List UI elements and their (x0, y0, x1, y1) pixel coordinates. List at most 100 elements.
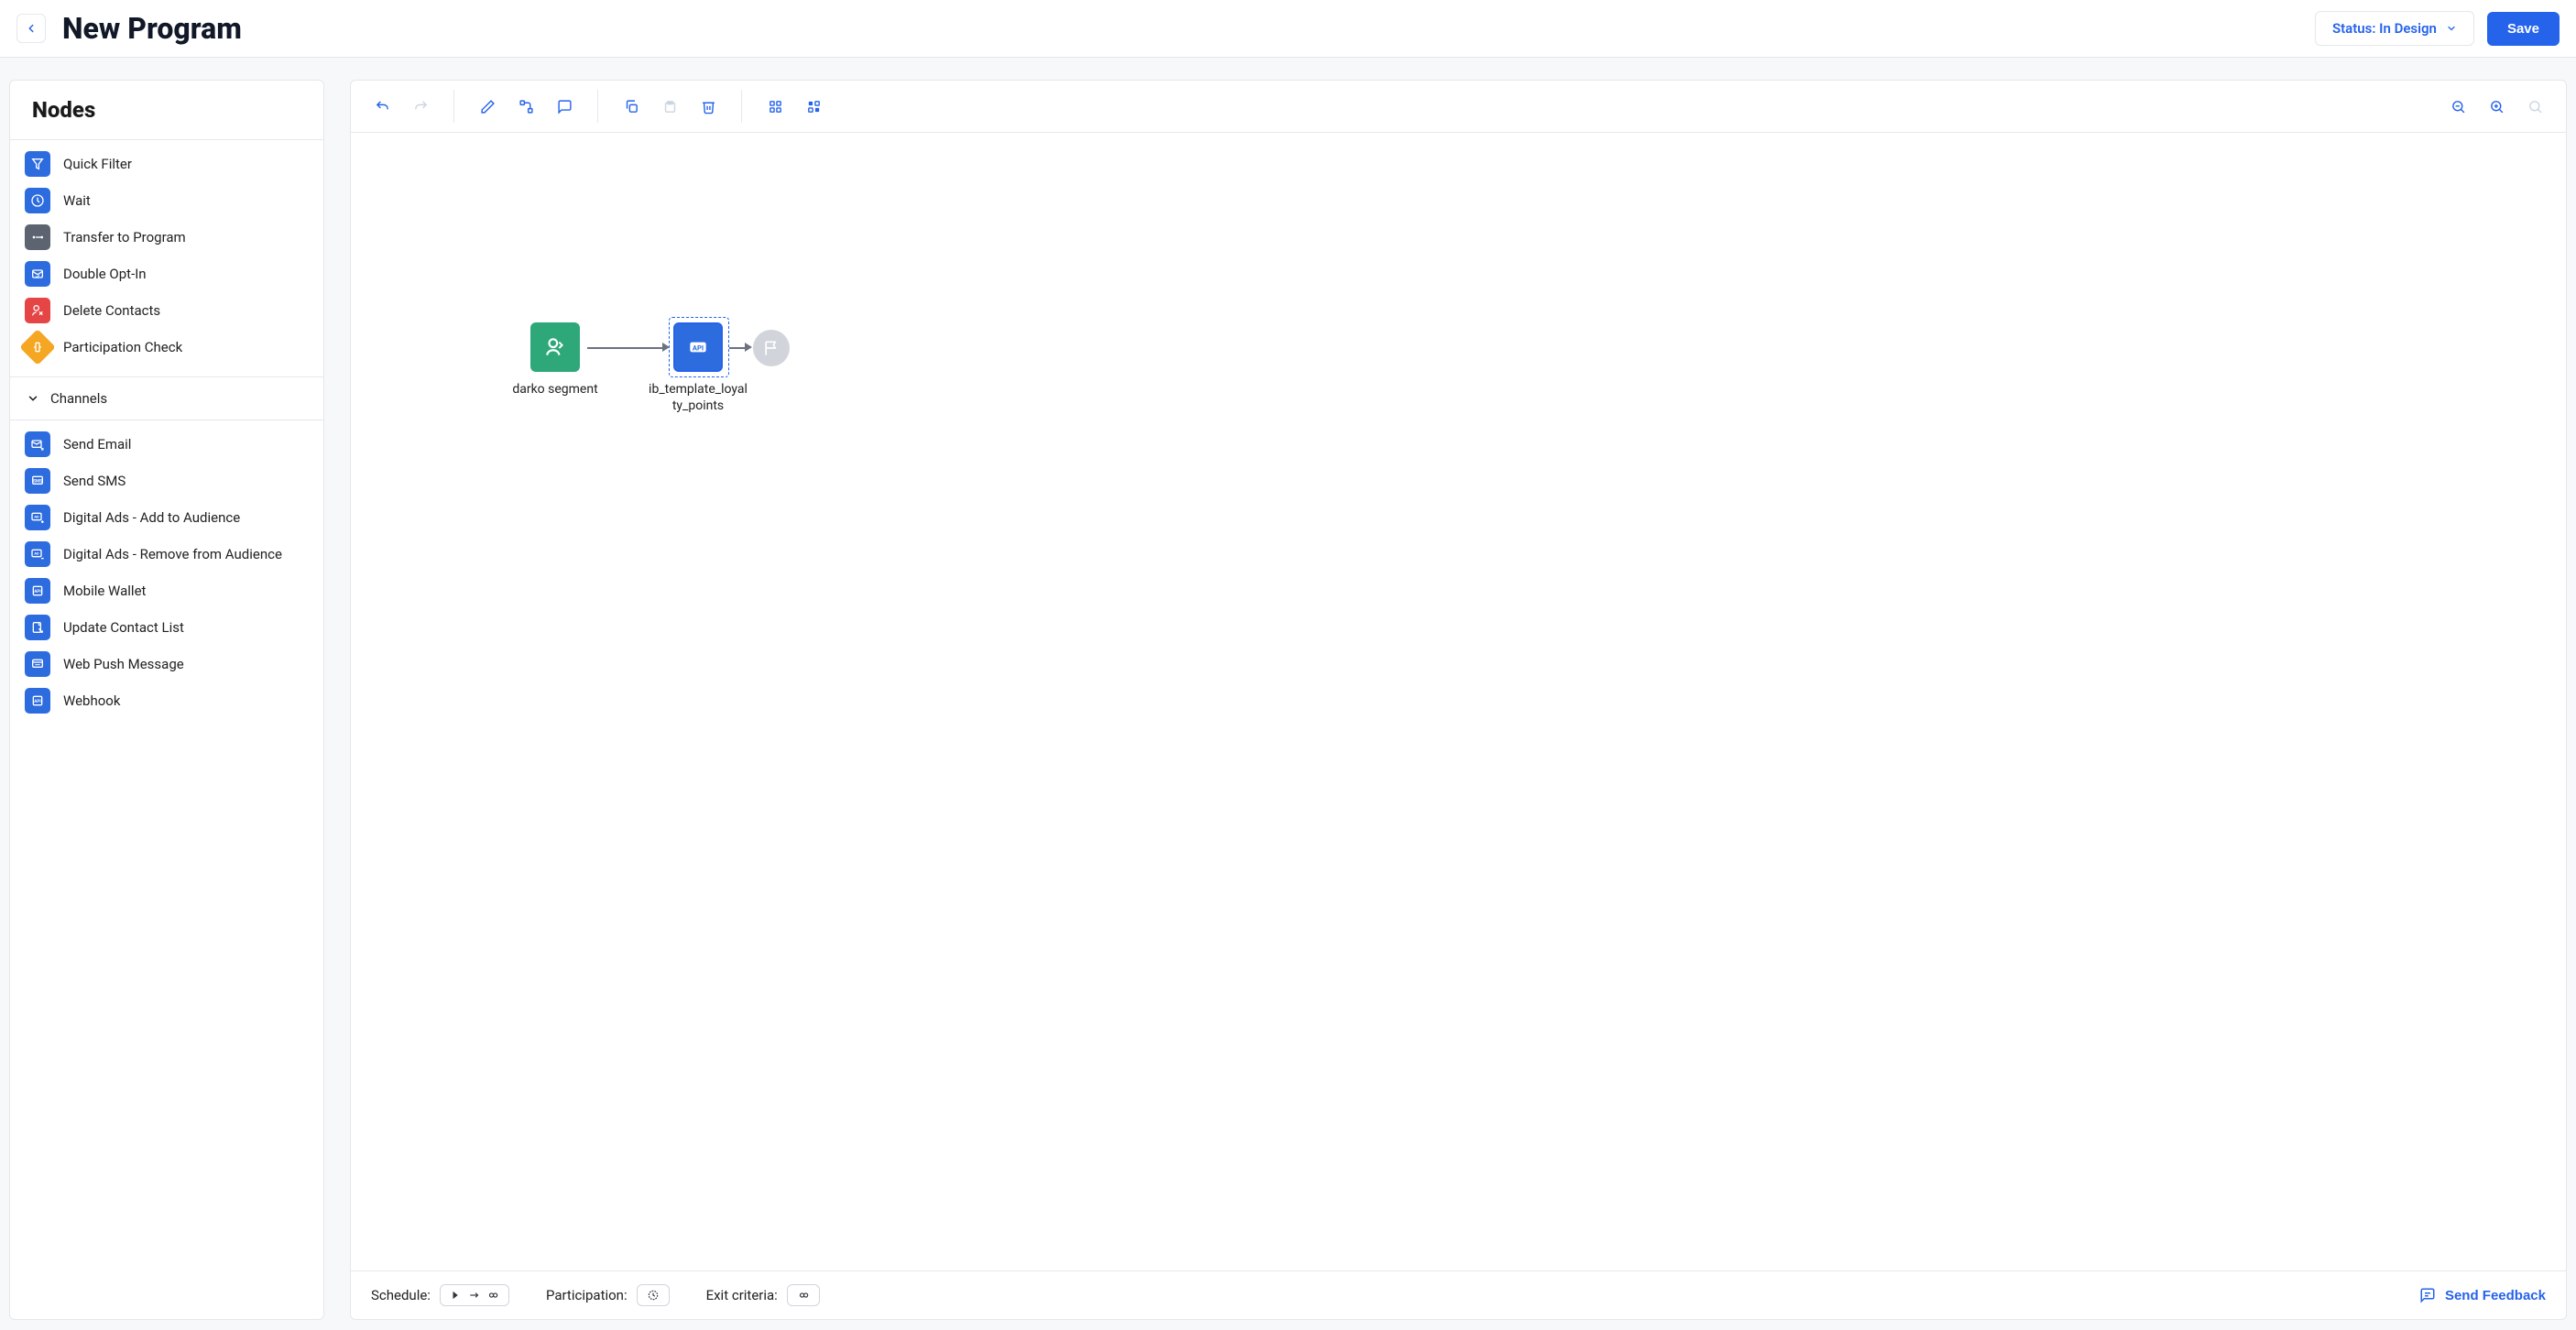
node-mobile-wallet[interactable]: API Mobile Wallet (10, 572, 323, 609)
undo-button[interactable] (366, 90, 398, 123)
play-icon (450, 1289, 463, 1302)
schedule-label: Schedule: (371, 1287, 431, 1303)
node-ads-add[interactable]: AD Digital Ads - Add to Audience (10, 499, 323, 536)
node-send-sms[interactable]: SMS Send SMS (10, 463, 323, 499)
node-wait[interactable]: Wait (10, 182, 323, 219)
send-sms-icon: SMS (25, 468, 50, 494)
undo-icon (375, 99, 390, 114)
feedback-icon (2419, 1287, 2436, 1303)
ads-remove-icon: AD (25, 541, 50, 567)
infinity-icon (797, 1289, 810, 1302)
arrow-right-icon (468, 1289, 481, 1302)
sidebar-title: Nodes (10, 81, 323, 140)
chevron-down-icon (27, 392, 39, 405)
svg-text:AD: AD (34, 515, 39, 519)
send-email-icon (25, 431, 50, 457)
node-label: Transfer to Program (63, 229, 186, 245)
node-send-email[interactable]: Send Email (10, 426, 323, 463)
exit-value (787, 1284, 820, 1306)
flow-node-api[interactable]: API ib_template_loyalty_points (648, 322, 748, 414)
channels-section-toggle[interactable]: Channels (10, 377, 323, 420)
canvas-toolbar (351, 81, 2566, 133)
connect-button[interactable] (509, 90, 542, 123)
redo-button[interactable] (404, 90, 437, 123)
participation-check-icon (19, 329, 56, 365)
canvas-panel: darko segment API ib_template_loyalty_po… (350, 80, 2567, 1320)
svg-text:API: API (34, 699, 41, 704)
status-dropdown[interactable]: Status: In Design (2315, 11, 2474, 46)
participation-value (637, 1284, 670, 1306)
arrow-head-icon (745, 343, 752, 352)
feedback-label: Send Feedback (2445, 1288, 2546, 1303)
node-quick-filter[interactable]: Quick Filter (10, 146, 323, 182)
comment-button[interactable] (548, 90, 581, 123)
ads-add-icon: AD (25, 505, 50, 530)
schedule-setting[interactable]: Schedule: (371, 1284, 509, 1306)
exit-label: Exit criteria: (706, 1287, 778, 1303)
node-ads-remove[interactable]: AD Digital Ads - Remove from Audience (10, 536, 323, 572)
canvas-area[interactable]: darko segment API ib_template_loyalty_po… (351, 133, 2566, 1270)
send-feedback-button[interactable]: Send Feedback (2419, 1287, 2546, 1303)
channels-title: Channels (50, 390, 107, 407)
svg-text:API: API (693, 343, 704, 352)
select-all-button[interactable] (759, 90, 791, 123)
deselect-button[interactable] (797, 90, 830, 123)
svg-text:AD: AD (34, 551, 39, 556)
zoom-fit-button[interactable] (2518, 90, 2551, 123)
copy-button[interactable] (615, 90, 648, 123)
node-label: Double Opt-In (63, 266, 147, 282)
flow-node-end[interactable] (753, 330, 790, 366)
select-all-icon (768, 99, 783, 114)
node-label: Quick Filter (63, 156, 132, 172)
edit-button[interactable] (471, 90, 504, 123)
double-opt-in-icon (25, 261, 50, 287)
status-label: Status: In Design (2332, 20, 2437, 37)
schedule-value (440, 1284, 509, 1306)
mobile-wallet-icon: API (25, 578, 50, 604)
node-participation-check[interactable]: Participation Check (10, 329, 323, 365)
node-label: Send Email (63, 436, 131, 452)
node-web-push[interactable]: Web Push Message (10, 646, 323, 682)
delete-contacts-icon (25, 298, 50, 323)
chevron-down-icon (2446, 23, 2457, 34)
comment-icon (557, 99, 573, 114)
exit-criteria-setting[interactable]: Exit criteria: (706, 1284, 820, 1306)
connect-icon (518, 99, 534, 114)
update-list-icon (25, 615, 50, 640)
trash-icon (701, 99, 716, 114)
save-button[interactable]: Save (2487, 12, 2560, 46)
zoom-out-icon (2450, 99, 2466, 114)
svg-text:SMS: SMS (33, 478, 42, 484)
node-label: Web Push Message (63, 656, 184, 672)
web-push-icon (25, 651, 50, 677)
delete-button[interactable] (692, 90, 725, 123)
node-label: Mobile Wallet (63, 583, 146, 599)
quick-filter-icon (25, 151, 50, 177)
node-label: Digital Ads - Remove from Audience (63, 546, 282, 562)
node-label: Delete Contacts (63, 302, 160, 319)
paste-button[interactable] (653, 90, 686, 123)
chevron-left-icon (25, 22, 38, 35)
node-transfer-to-program[interactable]: Transfer to Program (10, 219, 323, 256)
channel-node-list: Send Email SMS Send SMS AD Digital Ads -… (10, 420, 323, 725)
page-title: New Program (62, 11, 2315, 46)
node-update-contact-list[interactable]: Update Contact List (10, 609, 323, 646)
node-double-opt-in[interactable]: Double Opt-In (10, 256, 323, 292)
canvas-footer: Schedule: Participation: Exit criteria: (351, 1270, 2566, 1319)
wait-icon (25, 188, 50, 213)
api-icon: API (673, 322, 723, 372)
zoom-out-button[interactable] (2441, 90, 2474, 123)
node-label: Webhook (63, 692, 120, 709)
page-header: New Program Status: In Design Save (0, 0, 2576, 58)
node-delete-contacts[interactable]: Delete Contacts (10, 292, 323, 329)
dashed-circle-icon (647, 1289, 660, 1302)
node-label: Digital Ads - Add to Audience (63, 509, 240, 526)
node-webhook[interactable]: API Webhook (10, 682, 323, 719)
redo-icon (413, 99, 429, 114)
zoom-in-icon (2489, 99, 2505, 114)
copy-icon (624, 99, 639, 114)
back-button[interactable] (16, 14, 46, 43)
zoom-in-button[interactable] (2480, 90, 2513, 123)
participation-setting[interactable]: Participation: (546, 1284, 670, 1306)
flow-node-start[interactable]: darko segment (505, 322, 606, 398)
